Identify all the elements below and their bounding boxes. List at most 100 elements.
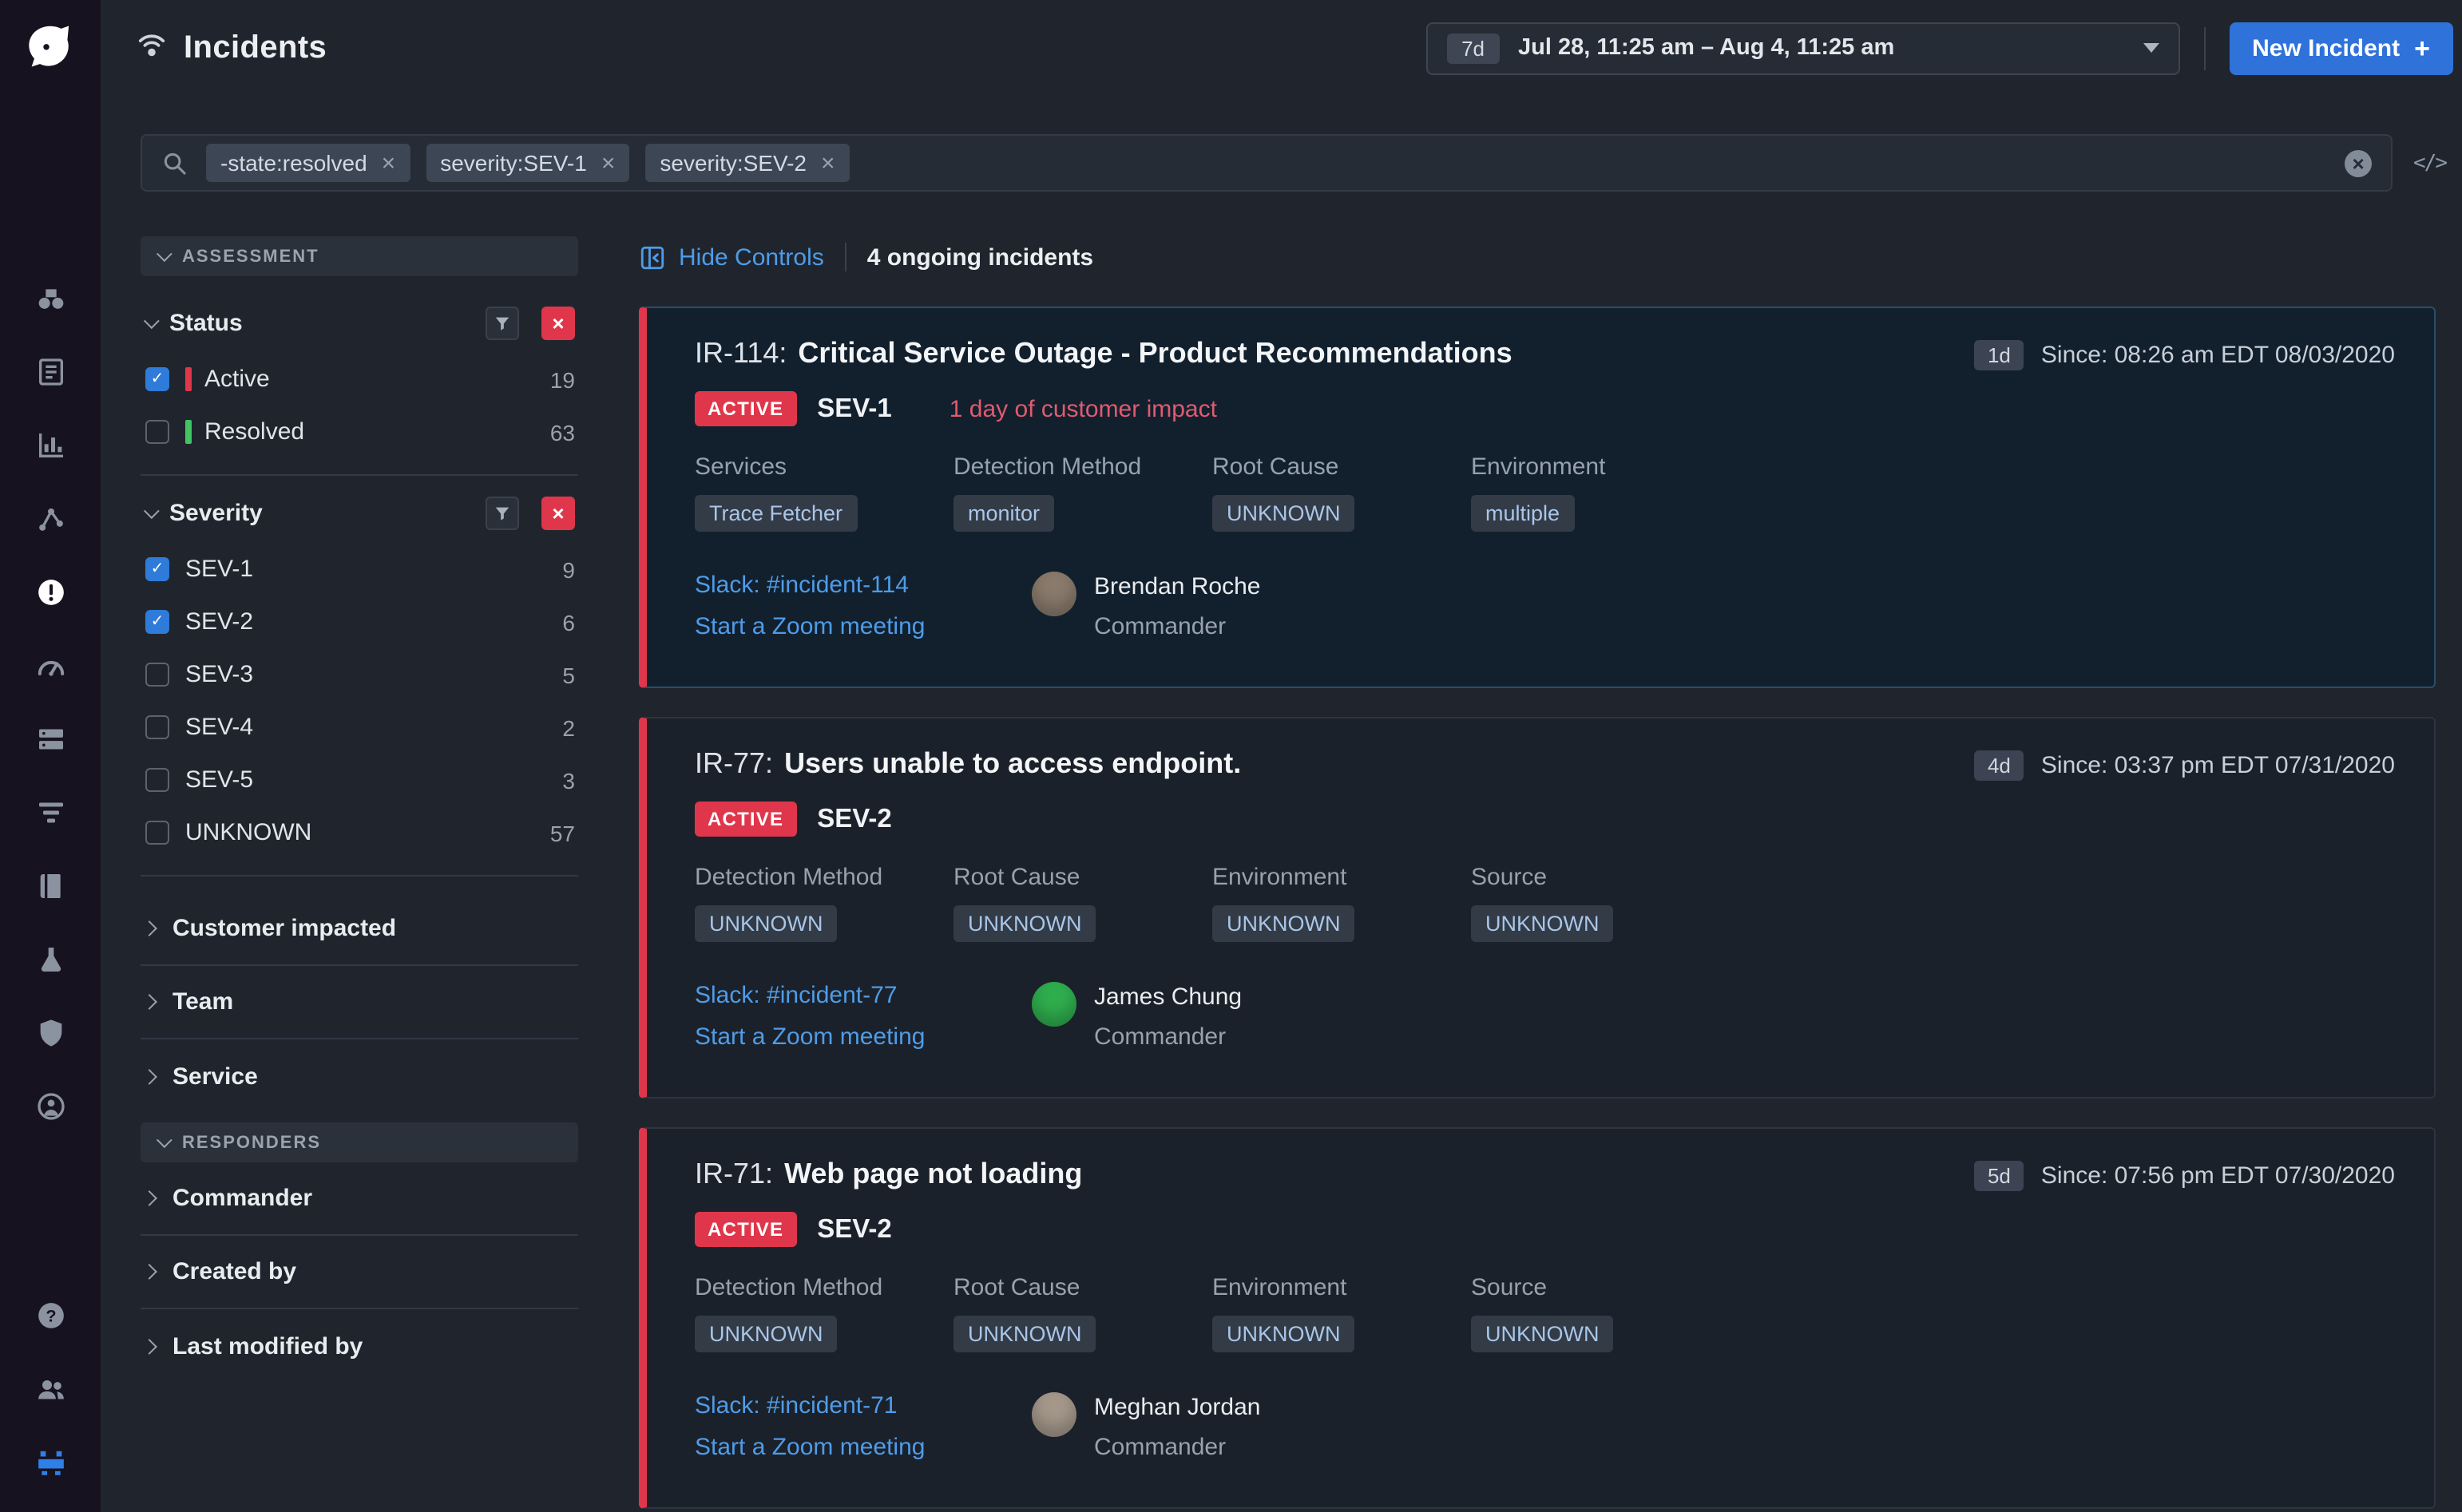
facet-option-count: 19 bbox=[550, 366, 575, 392]
field-value: multiple bbox=[1471, 495, 1574, 532]
zoom-meeting-link[interactable]: Start a Zoom meeting bbox=[695, 1023, 1032, 1051]
query-syntax-toggle-icon[interactable]: </> bbox=[2413, 151, 2446, 175]
checkbox[interactable] bbox=[145, 663, 169, 687]
checkbox[interactable]: ✓ bbox=[145, 557, 169, 581]
incident-card[interactable]: IR-71: Web page not loading 5d Since: 07… bbox=[639, 1127, 2435, 1509]
hide-controls-link[interactable]: Hide Controls bbox=[639, 243, 824, 271]
chevron-right-icon bbox=[141, 1190, 157, 1206]
sidebar-nav-bottom: ? bbox=[14, 1279, 87, 1499]
profiling-icon[interactable] bbox=[14, 1070, 87, 1143]
checkbox[interactable]: ✓ bbox=[145, 367, 169, 391]
checkbox[interactable]: ✓ bbox=[145, 610, 169, 634]
incident-title-row: IR-114: Critical Service Outage - Produc… bbox=[695, 337, 2395, 370]
assessment-section-header[interactable]: ASSESSMENT bbox=[141, 236, 578, 276]
facet-option-label: SEV-2 bbox=[185, 608, 562, 635]
collapsed-facet-group[interactable]: Commander bbox=[141, 1162, 578, 1236]
field-value: UNKNOWN bbox=[695, 1316, 838, 1352]
time-range-picker[interactable]: 7d Jul 28, 11:25 am – Aug 4, 11:25 am bbox=[1426, 22, 2180, 74]
commander-block: James Chung Commander bbox=[1032, 982, 1242, 1065]
facet-option-row[interactable]: Resolved 63 bbox=[144, 406, 575, 458]
facet-option-row[interactable]: ✓ SEV-2 6 bbox=[144, 596, 575, 648]
synthetics-icon[interactable] bbox=[14, 629, 87, 703]
security-icon[interactable] bbox=[14, 996, 87, 1070]
clear-facet-icon[interactable]: × bbox=[541, 496, 575, 529]
slack-channel-link[interactable]: Slack: #incident-114 bbox=[695, 572, 1032, 599]
incident-card[interactable]: IR-77: Users unable to access endpoint. … bbox=[639, 717, 2435, 1098]
incident-title[interactable]: Users unable to access endpoint. bbox=[784, 747, 1241, 781]
organization-icon[interactable] bbox=[14, 1352, 87, 1426]
monitors-icon[interactable] bbox=[14, 556, 87, 629]
filter-icon[interactable] bbox=[486, 306, 519, 339]
severity-label: SEV-2 bbox=[817, 1214, 892, 1245]
search-filter-pill[interactable]: severity:SEV-2 × bbox=[645, 144, 849, 182]
chevron-right-icon bbox=[141, 1264, 157, 1280]
incident-title[interactable]: Critical Service Outage - Product Recomm… bbox=[798, 337, 1512, 370]
severity-label: SEV-2 bbox=[817, 804, 892, 834]
facet-group-label: Team bbox=[172, 988, 233, 1015]
incident-id: IR-71: bbox=[695, 1158, 773, 1191]
checkbox[interactable] bbox=[145, 420, 169, 444]
collapsed-facet-group[interactable]: Customer impacted bbox=[141, 893, 578, 966]
commander-avatar bbox=[1032, 572, 1076, 616]
facet-option-row[interactable]: SEV-4 2 bbox=[144, 701, 575, 754]
search-filter-pill[interactable]: -state:resolved × bbox=[206, 144, 410, 182]
filter-icon[interactable] bbox=[486, 496, 519, 529]
incident-since: Since: 03:37 pm EDT 07/31/2020 bbox=[2041, 752, 2395, 779]
remove-filter-icon[interactable]: × bbox=[601, 151, 616, 175]
facet-option-row[interactable]: UNKNOWN 57 bbox=[144, 806, 575, 859]
incident-title-row: IR-77: Users unable to access endpoint. … bbox=[695, 747, 2395, 781]
help-icon[interactable]: ? bbox=[14, 1279, 87, 1352]
chevron-right-icon bbox=[141, 920, 157, 936]
dashboards-icon[interactable] bbox=[14, 409, 87, 482]
new-incident-button[interactable]: New Incident + bbox=[2230, 22, 2452, 74]
incident-card[interactable]: IR-114: Critical Service Outage - Produc… bbox=[639, 307, 2435, 688]
search-input[interactable]: -state:resolved × severity:SEV-1 × sever… bbox=[141, 134, 2393, 192]
slack-channel-link[interactable]: Slack: #incident-71 bbox=[695, 1392, 1032, 1419]
collapsed-facet-group[interactable]: Last modified by bbox=[141, 1309, 578, 1383]
severity-facet-header[interactable]: Severity × bbox=[144, 492, 575, 533]
infrastructure-icon[interactable] bbox=[14, 703, 87, 776]
facet-group-label: Created by bbox=[172, 1258, 296, 1285]
checkbox[interactable] bbox=[145, 821, 169, 845]
commander-text: Meghan Jordan Commander bbox=[1094, 1392, 1261, 1463]
zoom-meeting-link[interactable]: Start a Zoom meeting bbox=[695, 1434, 1032, 1461]
status-facet-header[interactable]: Status × bbox=[144, 302, 575, 343]
status-badge: ACTIVE bbox=[695, 802, 796, 837]
checkbox[interactable] bbox=[145, 768, 169, 792]
clear-facet-icon[interactable]: × bbox=[541, 306, 575, 339]
facet-option-count: 2 bbox=[562, 714, 575, 740]
responders-section-header[interactable]: RESPONDERS bbox=[141, 1122, 578, 1162]
ci-icon[interactable] bbox=[14, 923, 87, 996]
watchdog-icon[interactable] bbox=[14, 262, 87, 335]
zoom-meeting-link[interactable]: Start a Zoom meeting bbox=[695, 613, 1032, 640]
notebooks-icon[interactable] bbox=[14, 849, 87, 923]
incident-list-area: Hide Controls 4 ongoing incidents IR-114… bbox=[639, 236, 2435, 1512]
events-icon[interactable] bbox=[14, 335, 87, 409]
collapsed-facet-group[interactable]: Team bbox=[141, 966, 578, 1039]
remove-filter-icon[interactable]: × bbox=[382, 151, 396, 175]
clear-search-icon[interactable]: × bbox=[2345, 149, 2372, 176]
facet-option-row[interactable]: SEV-3 5 bbox=[144, 648, 575, 701]
incident-field: Root Cause UNKNOWN bbox=[953, 1274, 1142, 1352]
collapsed-facet-group[interactable]: Service bbox=[141, 1039, 578, 1113]
commander-block: Brendan Roche Commander bbox=[1032, 572, 1261, 655]
facet-option-row[interactable]: SEV-5 3 bbox=[144, 754, 575, 806]
filter-pill-label: severity:SEV-1 bbox=[440, 150, 587, 176]
incident-title[interactable]: Web page not loading bbox=[784, 1158, 1082, 1191]
datadog-logo-icon[interactable] bbox=[23, 19, 77, 73]
incident-field: Source UNKNOWN bbox=[1471, 864, 1659, 942]
slack-channel-link[interactable]: Slack: #incident-77 bbox=[695, 982, 1032, 1009]
logs-icon[interactable] bbox=[14, 776, 87, 849]
facet-option-row[interactable]: ✓ SEV-1 9 bbox=[144, 543, 575, 596]
collapsed-facet-group[interactable]: Created by bbox=[141, 1236, 578, 1309]
apm-icon[interactable] bbox=[14, 482, 87, 556]
incident-field: Services Trace Fetcher bbox=[695, 453, 883, 532]
incident-since: Since: 08:26 am EDT 08/03/2020 bbox=[2041, 342, 2395, 369]
incident-field: Root Cause UNKNOWN bbox=[1212, 453, 1401, 532]
remove-filter-icon[interactable]: × bbox=[821, 151, 835, 175]
bits-icon[interactable] bbox=[14, 1426, 87, 1499]
facet-option-row[interactable]: ✓ Active 19 bbox=[144, 353, 575, 406]
checkbox[interactable] bbox=[145, 715, 169, 739]
search-filter-pill[interactable]: severity:SEV-1 × bbox=[426, 144, 629, 182]
commander-text: Brendan Roche Commander bbox=[1094, 572, 1261, 642]
